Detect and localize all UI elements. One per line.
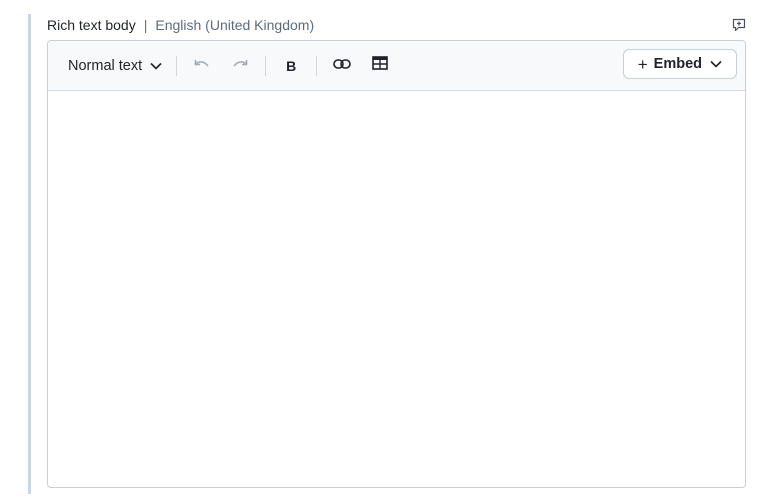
redo-button[interactable] [224, 50, 256, 82]
rich-text-editor: Normal text B + Embed [47, 40, 746, 488]
link-icon [333, 57, 351, 75]
text-format-select[interactable]: Normal text [60, 50, 170, 82]
field-name: Rich text body [47, 17, 136, 33]
field-locale: English (United Kingdom) [155, 17, 315, 33]
chevron-down-icon [710, 56, 722, 72]
undo-button[interactable] [186, 50, 218, 82]
undo-icon [194, 57, 210, 75]
comment-icon[interactable] [730, 16, 748, 34]
editor-content-area[interactable] [48, 91, 745, 487]
field-separator: | [143, 17, 148, 33]
bold-button[interactable]: B [275, 50, 307, 82]
toolbar-divider [316, 55, 318, 76]
editor-toolbar: Normal text B + Embed [48, 41, 745, 91]
table-button[interactable] [364, 50, 396, 82]
embed-button[interactable]: + Embed [622, 49, 737, 79]
table-icon [372, 56, 388, 75]
embed-label: Embed [653, 56, 702, 72]
redo-icon [232, 57, 248, 75]
field-header: Rich text body | English (United Kingdom… [47, 14, 748, 36]
toolbar-divider [265, 55, 267, 76]
plus-icon: + [637, 54, 648, 74]
chevron-down-icon [150, 58, 162, 74]
field-side-rule [28, 14, 31, 494]
toolbar-divider [176, 55, 178, 76]
link-button[interactable] [326, 50, 358, 82]
text-format-label: Normal text [68, 57, 143, 74]
